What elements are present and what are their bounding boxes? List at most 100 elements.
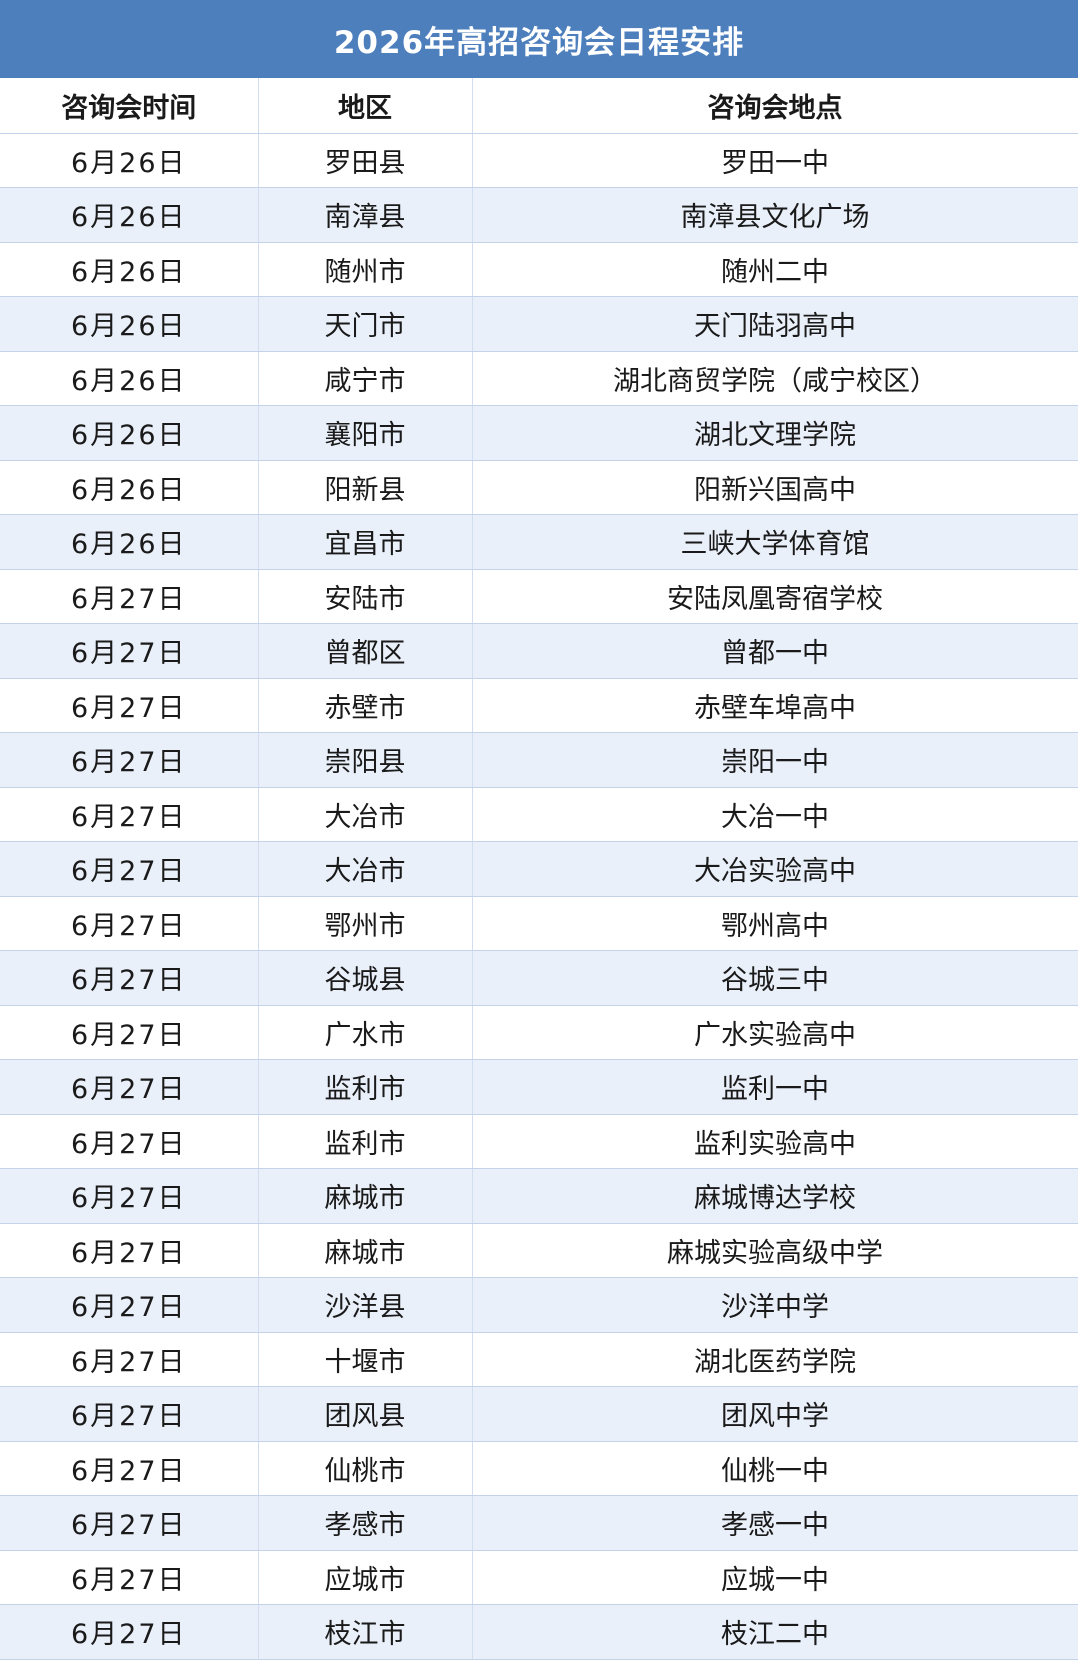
venue-cell: 崇阳一中 [472, 732, 1078, 788]
table-row: 6月27日 大冶市 大冶一中 [0, 787, 1078, 842]
date-cell: 6月27日 [0, 841, 259, 897]
table-body: 6月26日 罗田县 罗田一中 6月26日 南漳县 南漳县文化广场 6月26日 随州市 随州二中 6… [0, 133, 1078, 1660]
date-cell: 6月26日 [0, 187, 259, 243]
region-cell: 罗田县 [258, 133, 473, 188]
region-cell: 安陆市 [258, 569, 473, 624]
date-cell: 6月26日 [0, 460, 259, 515]
date-cell: 6月26日 [0, 351, 259, 406]
date-cell: 6月27日 [0, 1550, 259, 1605]
venue-cell: 赤壁车埠高中 [472, 678, 1078, 733]
venue-cell: 随州二中 [472, 242, 1078, 297]
date-cell: 6月27日 [0, 623, 259, 679]
region-cell: 监利市 [258, 1114, 473, 1169]
region-cell: 大冶市 [258, 787, 473, 842]
region-cell: 仙桃市 [258, 1441, 473, 1496]
table-row: 6月27日 监利市 监利一中 [0, 1059, 1078, 1115]
venue-cell: 监利一中 [472, 1059, 1078, 1115]
table-row: 6月27日 监利市 监利实验高中 [0, 1114, 1078, 1169]
table-row: 6月27日 麻城市 麻城实验高级中学 [0, 1223, 1078, 1278]
region-cell: 随州市 [258, 242, 473, 297]
table-row: 6月27日 曾都区 曾都一中 [0, 623, 1078, 679]
venue-cell: 湖北医药学院 [472, 1332, 1078, 1387]
column-header-region: 地区 [258, 78, 473, 134]
date-cell: 6月27日 [0, 1604, 259, 1660]
region-cell: 大冶市 [258, 841, 473, 897]
region-cell: 阳新县 [258, 460, 473, 515]
date-cell: 6月27日 [0, 1332, 259, 1387]
table-row: 6月26日 宜昌市 三峡大学体育馆 [0, 514, 1078, 570]
venue-cell: 团风中学 [472, 1386, 1078, 1442]
date-cell: 6月27日 [0, 1059, 259, 1115]
page-title: 2026年高招咨询会日程安排 [0, 0, 1078, 78]
region-cell: 沙洋县 [258, 1277, 473, 1333]
region-cell: 曾都区 [258, 623, 473, 679]
date-cell: 6月27日 [0, 1495, 259, 1551]
venue-cell: 罗田一中 [472, 133, 1078, 188]
venue-cell: 应城一中 [472, 1550, 1078, 1605]
table-row: 6月26日 南漳县 南漳县文化广场 [0, 187, 1078, 243]
date-cell: 6月27日 [0, 1223, 259, 1278]
venue-cell: 麻城实验高级中学 [472, 1223, 1078, 1278]
date-cell: 6月27日 [0, 1005, 259, 1060]
table-row: 6月26日 咸宁市 湖北商贸学院（咸宁校区） [0, 351, 1078, 406]
column-header-time: 咨询会时间 [0, 78, 259, 134]
region-cell: 襄阳市 [258, 405, 473, 461]
venue-cell: 曾都一中 [472, 623, 1078, 679]
table-row: 6月27日 鄂州市 鄂州高中 [0, 896, 1078, 951]
table-row: 6月26日 天门市 天门陆羽高中 [0, 296, 1078, 352]
column-header-venue: 咨询会地点 [472, 78, 1078, 134]
schedule-sheet: 2026年高招咨询会日程安排 咨询会时间 地区 咨询会地点 6月26日 罗田县 罗田… [0, 0, 1078, 1662]
region-cell: 宜昌市 [258, 514, 473, 570]
table-row: 6月27日 孝感市 孝感一中 [0, 1495, 1078, 1551]
date-cell: 6月27日 [0, 678, 259, 733]
region-cell: 广水市 [258, 1005, 473, 1060]
table-row: 6月27日 谷城县 谷城三中 [0, 950, 1078, 1006]
schedule-table: 咨询会时间 地区 咨询会地点 6月26日 罗田县 罗田一中 6月26日 南漳县 南漳县文化… [0, 78, 1078, 1660]
table-row: 6月26日 罗田县 罗田一中 [0, 133, 1078, 188]
date-cell: 6月27日 [0, 950, 259, 1006]
region-cell: 枝江市 [258, 1604, 473, 1660]
date-cell: 6月27日 [0, 1114, 259, 1169]
region-cell: 十堰市 [258, 1332, 473, 1387]
venue-cell: 仙桃一中 [472, 1441, 1078, 1496]
header-row: 咨询会时间 地区 咨询会地点 [0, 78, 1078, 134]
venue-cell: 大冶一中 [472, 787, 1078, 842]
region-cell: 应城市 [258, 1550, 473, 1605]
venue-cell: 谷城三中 [472, 950, 1078, 1006]
venue-cell: 湖北文理学院 [472, 405, 1078, 461]
table-row: 6月26日 阳新县 阳新兴国高中 [0, 460, 1078, 515]
venue-cell: 广水实验高中 [472, 1005, 1078, 1060]
region-cell: 赤壁市 [258, 678, 473, 733]
region-cell: 麻城市 [258, 1223, 473, 1278]
region-cell: 孝感市 [258, 1495, 473, 1551]
venue-cell: 湖北商贸学院（咸宁校区） [472, 351, 1078, 406]
table-row: 6月27日 沙洋县 沙洋中学 [0, 1277, 1078, 1333]
venue-cell: 三峡大学体育馆 [472, 514, 1078, 570]
table-row: 6月27日 团风县 团风中学 [0, 1386, 1078, 1442]
date-cell: 6月27日 [0, 1441, 259, 1496]
date-cell: 6月26日 [0, 133, 259, 188]
date-cell: 6月27日 [0, 569, 259, 624]
region-cell: 南漳县 [258, 187, 473, 243]
region-cell: 谷城县 [258, 950, 473, 1006]
date-cell: 6月26日 [0, 296, 259, 352]
date-cell: 6月27日 [0, 1386, 259, 1442]
region-cell: 团风县 [258, 1386, 473, 1442]
date-cell: 6月26日 [0, 242, 259, 297]
table-row: 6月27日 应城市 应城一中 [0, 1550, 1078, 1605]
region-cell: 鄂州市 [258, 896, 473, 951]
venue-cell: 沙洋中学 [472, 1277, 1078, 1333]
date-cell: 6月27日 [0, 896, 259, 951]
venue-cell: 麻城博达学校 [472, 1168, 1078, 1224]
table-row: 6月27日 大冶市 大冶实验高中 [0, 841, 1078, 897]
venue-cell: 阳新兴国高中 [472, 460, 1078, 515]
venue-cell: 鄂州高中 [472, 896, 1078, 951]
region-cell: 天门市 [258, 296, 473, 352]
table-row: 6月27日 安陆市 安陆凤凰寄宿学校 [0, 569, 1078, 624]
table-row: 6月26日 襄阳市 湖北文理学院 [0, 405, 1078, 461]
table-row: 6月27日 广水市 广水实验高中 [0, 1005, 1078, 1060]
venue-cell: 南漳县文化广场 [472, 187, 1078, 243]
table-row: 6月27日 赤壁市 赤壁车埠高中 [0, 678, 1078, 733]
table-row: 6月27日 十堰市 湖北医药学院 [0, 1332, 1078, 1387]
date-cell: 6月27日 [0, 732, 259, 788]
